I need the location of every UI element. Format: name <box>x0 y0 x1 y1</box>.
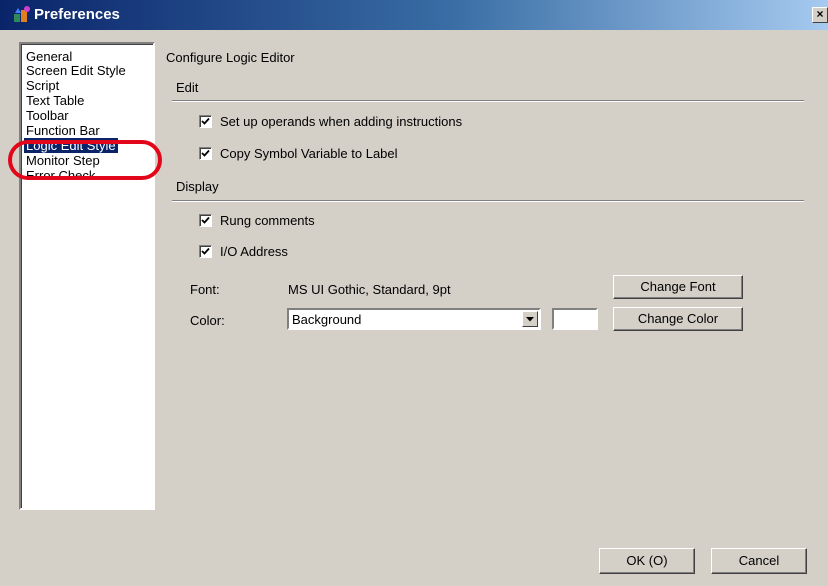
window-title: Preferences <box>34 6 120 23</box>
change-color-button[interactable]: Change Color <box>613 307 743 331</box>
nav-item-general[interactable]: General <box>24 49 74 64</box>
highlight-annotation <box>8 140 162 180</box>
nav-item-screen-edit-style[interactable]: Screen Edit Style <box>24 63 128 78</box>
checkmark-icon <box>201 149 210 157</box>
preferences-app-icon <box>14 6 30 22</box>
io-address-checkbox[interactable] <box>199 245 212 258</box>
cancel-button[interactable]: Cancel <box>711 548 807 574</box>
checkmark-icon <box>201 216 210 224</box>
color-swatch <box>552 308 598 330</box>
close-button[interactable]: × <box>812 7 828 23</box>
edit-section-divider <box>172 100 804 102</box>
checkmark-icon <box>201 117 210 125</box>
color-label: Color: <box>190 313 225 328</box>
font-label: Font: <box>190 282 220 297</box>
rung-comments-label: Rung comments <box>220 213 315 228</box>
preferences-window: Preferences × General Screen Edit Style … <box>0 0 828 586</box>
nav-item-text-table[interactable]: Text Table <box>24 93 86 108</box>
operands-label: Set up operands when adding instructions <box>220 114 463 129</box>
close-icon: × <box>816 7 824 21</box>
ok-button[interactable]: OK (O) <box>599 548 695 574</box>
page-heading: Configure Logic Editor <box>166 50 295 65</box>
nav-item-toolbar[interactable]: Toolbar <box>24 108 71 123</box>
io-address-label: I/O Address <box>220 244 288 259</box>
chevron-down-icon <box>526 317 534 322</box>
preferences-category-list[interactable]: General Screen Edit Style Script Text Ta… <box>19 42 155 510</box>
color-select-dropdown[interactable] <box>522 311 538 327</box>
operands-checkbox[interactable] <box>199 115 212 128</box>
color-select[interactable]: Background <box>287 308 541 330</box>
nav-item-function-bar[interactable]: Function Bar <box>24 123 102 138</box>
title-bar: Preferences × <box>0 0 828 30</box>
font-value: MS UI Gothic, Standard, 9pt <box>288 282 451 297</box>
checkmark-icon <box>201 247 210 255</box>
copy-symbol-label: Copy Symbol Variable to Label <box>220 146 398 161</box>
display-section-divider <box>172 200 804 202</box>
rung-comments-checkbox[interactable] <box>199 214 212 227</box>
copy-symbol-checkbox[interactable] <box>199 147 212 160</box>
edit-section-title: Edit <box>176 80 199 95</box>
change-font-button[interactable]: Change Font <box>613 275 743 299</box>
nav-item-script[interactable]: Script <box>24 78 61 93</box>
display-section-title: Display <box>176 179 219 194</box>
color-select-value: Background <box>292 312 362 327</box>
